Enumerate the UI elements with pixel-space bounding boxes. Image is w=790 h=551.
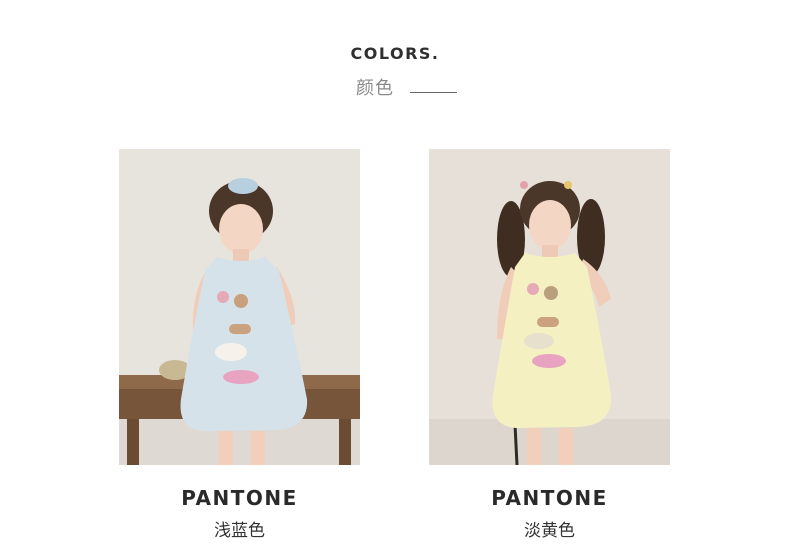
product-photo-light-blue-image [119,149,360,465]
product-photo-light-yellow[interactable] [429,149,670,465]
section-title: COLORS. [350,44,440,63]
variant-brand-label-right: PANTONE [491,486,608,510]
product-photo-light-yellow-image [429,149,670,465]
subtitle-underline [410,92,457,93]
section-subtitle: 颜色 [356,78,394,99]
variant-color-name-right: 淡黄色 [524,521,575,541]
variant-color-name-left: 浅蓝色 [214,521,265,541]
product-photo-light-blue[interactable] [119,149,360,465]
variant-brand-label-left: PANTONE [181,486,298,510]
